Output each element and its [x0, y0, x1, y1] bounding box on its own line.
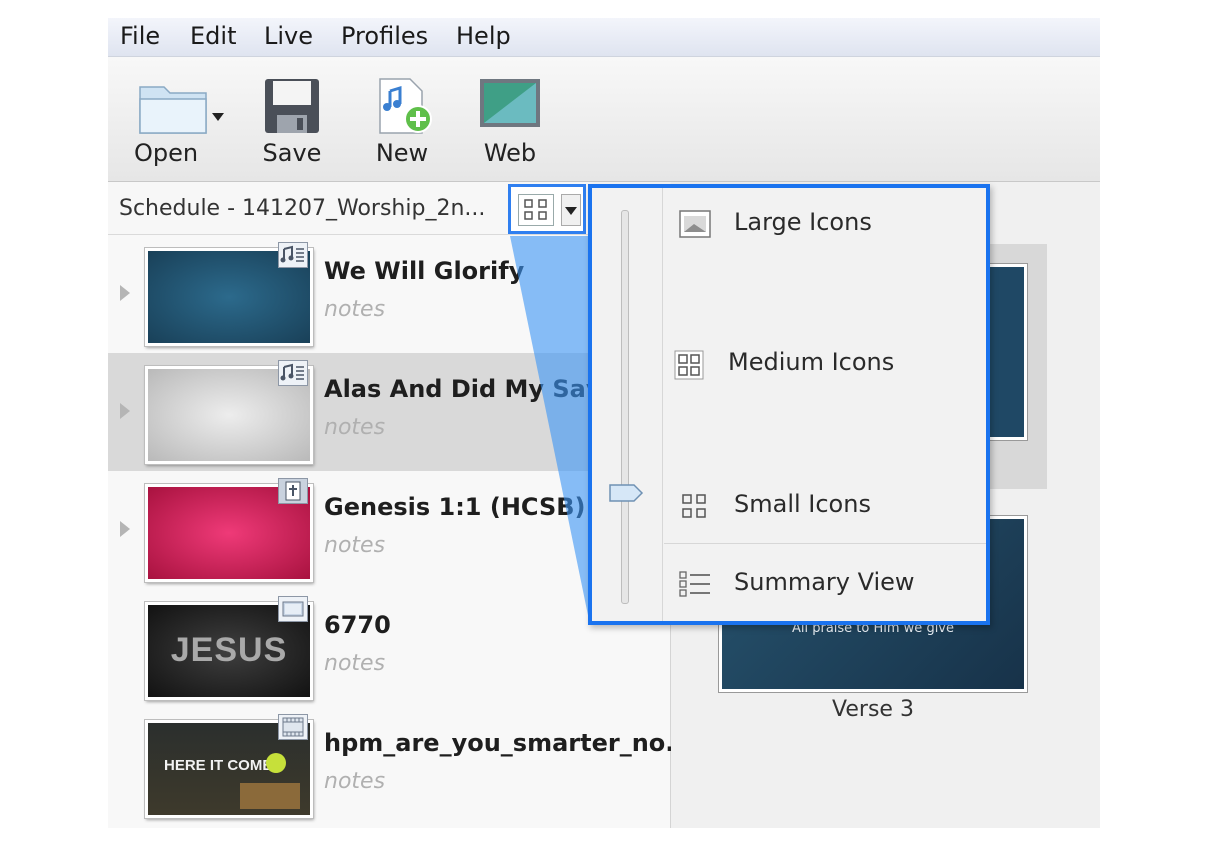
item-notes: notes	[324, 415, 386, 440]
folder-open-icon	[139, 86, 224, 134]
option-summary-view[interactable]: Summary View	[664, 564, 986, 604]
item-title: 6770	[324, 611, 391, 639]
save-label: Save	[262, 139, 322, 167]
thumbnail-text: HERE IT COMES	[164, 757, 283, 774]
item-title: hpm_are_you_smarter_no...	[324, 729, 693, 757]
music-notes-icon	[278, 360, 308, 386]
floppy-disk-icon	[265, 79, 319, 133]
web-screen-icon	[480, 79, 540, 127]
item-notes: notes	[324, 651, 386, 676]
thumbnail-text: JESUS	[170, 631, 288, 669]
schedule-title: Schedule - 141207_Worship_2n...	[119, 196, 486, 221]
item-title: Alas And Did My Savio	[324, 375, 627, 403]
schedule-list: We Will Glorify notes Alas And Did My Sa…	[108, 235, 693, 828]
menu-help[interactable]: Help	[456, 22, 511, 50]
size-slider-thumb[interactable]	[608, 482, 644, 504]
small-icons-icon	[682, 494, 706, 518]
item-notes: notes	[324, 769, 386, 794]
expand-arrow-icon[interactable]	[120, 521, 130, 537]
item-notes: notes	[324, 533, 386, 558]
menu-file[interactable]: File	[120, 22, 160, 50]
view-mode-button[interactable]	[508, 184, 586, 234]
view-mode-popup: Large Icons Medium Icons Small Icons Sum…	[588, 184, 990, 625]
menu-bar: File Edit Live Profiles Help	[108, 18, 1100, 57]
toolbar: Open Save New Web	[108, 57, 1100, 182]
new-label: New	[375, 139, 429, 167]
books-graphic	[240, 783, 300, 809]
ball-graphic	[266, 753, 286, 773]
chevron-down-icon[interactable]	[561, 194, 581, 226]
list-item[interactable]: We Will Glorify notes	[108, 235, 670, 353]
save-button[interactable]: Save	[254, 57, 330, 181]
option-medium-icons[interactable]: Medium Icons	[664, 344, 986, 384]
view-grid-icon	[518, 194, 554, 226]
list-item[interactable]: HERE IT COMES hpm_are_you_smarter_no... …	[108, 707, 693, 825]
medium-icons-icon	[674, 350, 704, 380]
size-slider-track[interactable]	[621, 210, 629, 604]
option-label: Medium Icons	[728, 348, 895, 376]
popup-divider	[662, 188, 663, 621]
popup-separator	[664, 543, 986, 544]
option-label: Large Icons	[734, 208, 872, 236]
slide-caption: Verse 3	[832, 697, 914, 722]
open-label: Open	[133, 139, 199, 167]
open-button[interactable]: Open	[130, 57, 228, 181]
web-label: Web	[483, 139, 537, 167]
item-title: We Will Glorify	[324, 257, 525, 285]
list-item[interactable]: Genesis 1:1 (HCSB) notes	[108, 471, 670, 589]
menu-profiles[interactable]: Profiles	[341, 22, 428, 50]
menu-live[interactable]: Live	[264, 22, 313, 50]
item-title: Genesis 1:1 (HCSB)	[324, 493, 586, 521]
large-icons-icon	[679, 210, 711, 238]
option-label: Small Icons	[734, 490, 871, 518]
new-document-icon	[379, 78, 432, 134]
music-notes-icon	[278, 242, 308, 268]
list-item[interactable]: JESUS 6770 notes	[108, 589, 670, 707]
image-icon	[278, 596, 308, 622]
option-large-icons[interactable]: Large Icons	[664, 204, 986, 244]
expand-arrow-icon[interactable]	[120, 403, 130, 419]
bible-icon	[278, 478, 308, 504]
item-notes: notes	[324, 297, 386, 322]
video-icon	[278, 714, 308, 740]
list-item[interactable]: Alas And Did My Savio notes	[108, 353, 670, 471]
schedule-header: Schedule - 141207_Worship_2n...	[108, 182, 670, 235]
web-button[interactable]: Web	[472, 57, 548, 181]
option-small-icons[interactable]: Small Icons	[664, 486, 986, 526]
summary-view-icon	[679, 571, 710, 597]
expand-arrow-icon[interactable]	[120, 285, 130, 301]
menu-edit[interactable]: Edit	[190, 22, 236, 50]
new-button[interactable]: New	[362, 57, 442, 181]
option-label: Summary View	[734, 568, 915, 596]
